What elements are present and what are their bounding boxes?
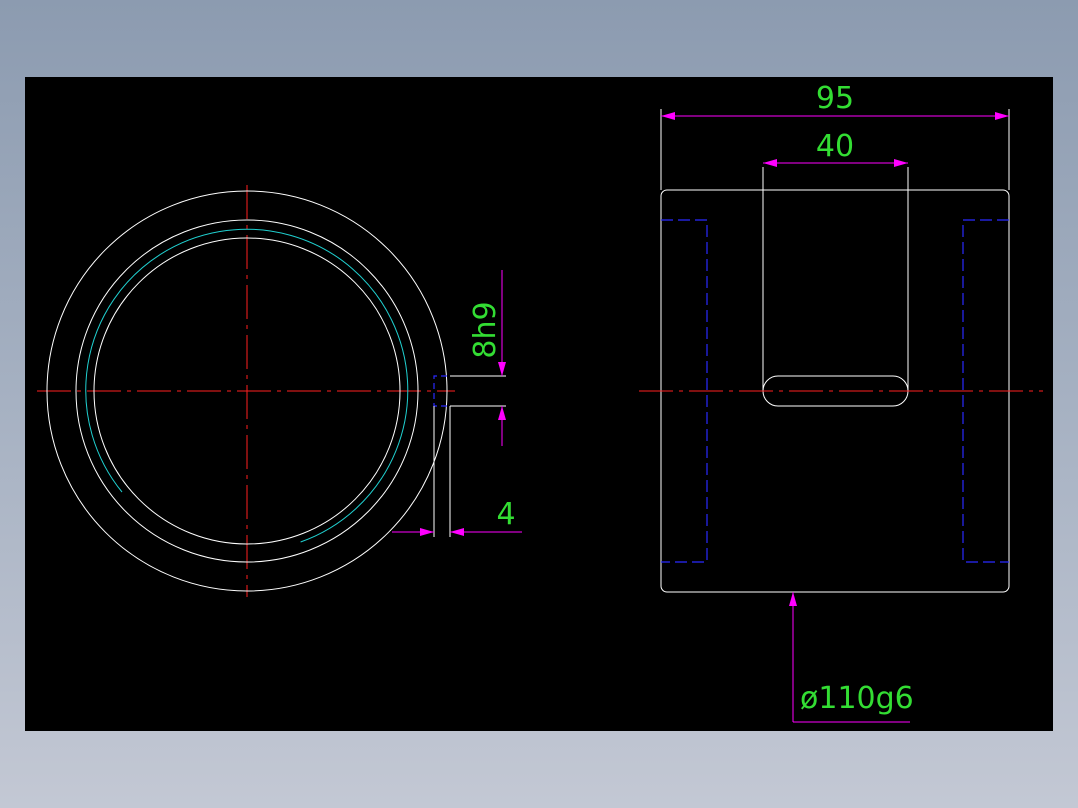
dimension-40: 40: [816, 129, 854, 164]
cad-drawing: 8h9 4 95 40 ø110g6: [37, 81, 1043, 723]
dimension-8h9: 8h9: [468, 301, 503, 358]
front-view: 8h9 4: [37, 185, 522, 597]
dimension-95: 95: [816, 81, 854, 116]
cad-viewport[interactable]: 8h9 4 95 40 ø110g6: [25, 77, 1053, 731]
keyway-slot: [762, 375, 909, 407]
dimension-4: 4: [496, 497, 515, 532]
dimension-diameter-110g6: ø110g6: [800, 681, 914, 716]
side-view: 95 40 ø110g6: [639, 81, 1043, 723]
